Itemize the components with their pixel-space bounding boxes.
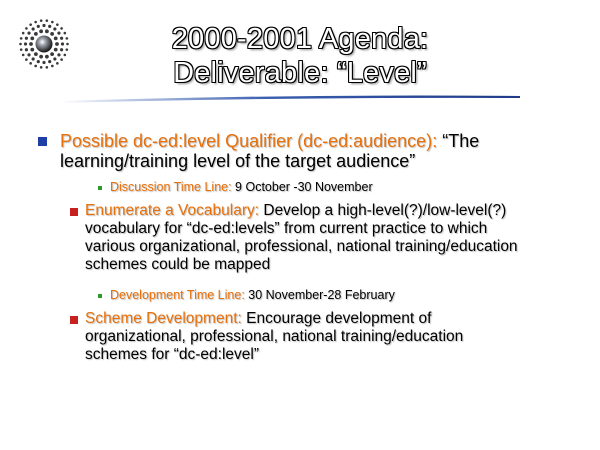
bullet-label: Enumerate a Vocabulary: <box>85 202 260 219</box>
bullet-text: organizational, professional, national t… <box>85 328 464 345</box>
bullet-text: schemes for “dc-ed:level” <box>85 346 260 363</box>
bullet-qualifier: Possible dc-ed:level Qualifier (dc-ed:au… <box>60 131 560 171</box>
square-bullet-icon <box>98 294 102 298</box>
bullet-text: various organizational, professional, na… <box>85 238 518 255</box>
bullet-enumerate-vocabulary: Enumerate a Vocabulary: Develop a high-l… <box>85 202 565 274</box>
bullet-label: Development Time Line: <box>110 288 245 302</box>
bullet-label: Possible dc-ed:level Qualifier (dc-ed:au… <box>60 131 438 151</box>
bullet-text: schemes could be mapped <box>85 256 271 273</box>
bullet-text: 30 November-28 February <box>244 288 395 302</box>
bullet-text: Encourage development of <box>241 310 432 327</box>
bullet-discussion-timeline: Discussion Time Line: 9 October -30 Nove… <box>110 180 550 195</box>
bullet-development-timeline: Development Time Line: 30 November-28 Fe… <box>110 288 550 303</box>
bullet-text: Develop a high-level(?)/low-level(?) <box>259 202 507 219</box>
square-bullet-icon <box>70 208 78 216</box>
bullet-scheme-development: Scheme Development: Encourage developmen… <box>85 310 565 364</box>
bullet-label: Discussion Time Line: <box>110 180 232 194</box>
bullet-label: Scheme Development: <box>85 310 242 327</box>
bullet-text: vocabulary for “dc-ed:levels” from curre… <box>85 220 488 237</box>
square-bullet-icon <box>70 316 78 324</box>
bullet-text: 9 October -30 November <box>231 180 373 194</box>
square-bullet-icon <box>38 137 47 146</box>
bullet-text: learning/training level of the target au… <box>60 151 416 171</box>
bullet-text: “The <box>437 131 480 151</box>
slide-body: Possible dc-ed:level Qualifier (dc-ed:au… <box>0 0 600 450</box>
square-bullet-icon <box>98 186 102 190</box>
